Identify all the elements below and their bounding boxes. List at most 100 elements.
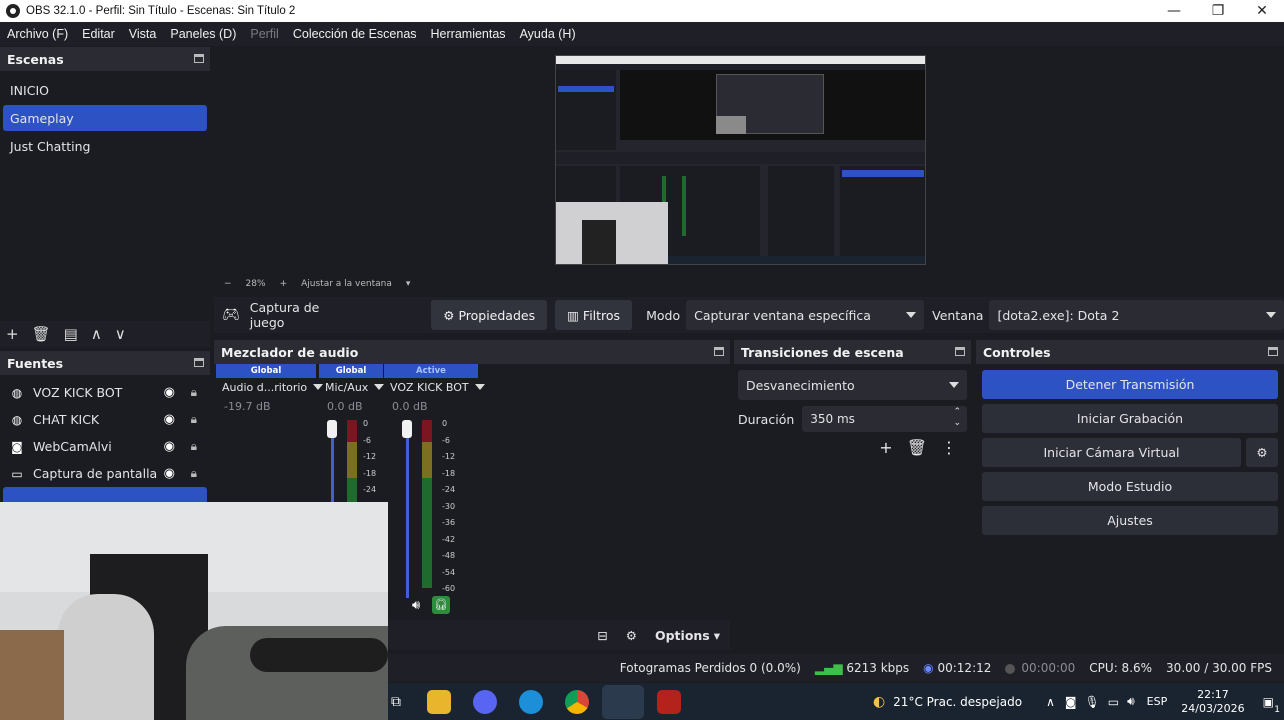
input-language[interactable]: ESP	[1147, 695, 1168, 708]
fit-to-window-dropdown[interactable]: Ajustar a la ventana	[301, 279, 392, 289]
options-button[interactable]: Options ▾	[655, 628, 720, 643]
dota2-icon[interactable]	[657, 690, 681, 714]
speaker-icon[interactable]: 🔊︎	[412, 598, 420, 613]
channel-name-dropdown[interactable]: VOZ KICK BOT	[384, 378, 485, 396]
transition-menu-button[interactable]: ⋮	[941, 438, 957, 457]
camera-tray-icon[interactable]: ◙	[1065, 695, 1077, 709]
lock-icon[interactable]: 🔒︎	[191, 385, 197, 400]
obs-taskbar-icon[interactable]	[602, 685, 644, 719]
advanced-audio-icon[interactable]: ⚙	[626, 628, 637, 643]
stream-icon: ◉	[923, 661, 934, 675]
source-item[interactable]: ◙ WebCamAlvi ◉ 🔒︎	[3, 433, 207, 460]
undock-icon[interactable]	[955, 347, 965, 356]
menu-editar[interactable]: Editar	[82, 27, 115, 41]
properties-button[interactable]: ⚙ Propiedades	[431, 300, 548, 330]
weather-icon[interactable]: ◐	[873, 694, 885, 710]
notifications-icon[interactable]: ▣ 1	[1263, 695, 1280, 715]
record-time-status: 00:00:00	[1005, 661, 1075, 675]
stop-streaming-button[interactable]: Detener Transmisión	[982, 370, 1278, 399]
obs-logo-icon	[6, 4, 20, 18]
maximize-button[interactable]: ❐	[1196, 0, 1240, 22]
scene-item-just-chatting[interactable]: Just Chatting	[3, 133, 207, 159]
visibility-eye-icon[interactable]: ◉	[164, 412, 175, 427]
layout-toggle-icon[interactable]: ⊟	[597, 628, 607, 643]
chrome-icon[interactable]	[565, 690, 589, 714]
menu-paneles[interactable]: Paneles (D)	[170, 27, 236, 41]
mode-select[interactable]: Capturar ventana específica	[686, 300, 925, 330]
window-select[interactable]: [dota2.exe]: Dota 2	[989, 300, 1284, 330]
source-item[interactable]: ▭ Captura de pantalla ◉ 🔒︎	[3, 460, 207, 487]
lock-icon[interactable]: 🔒︎	[191, 466, 197, 481]
channel-name-dropdown[interactable]: Audio d...ritorio	[216, 378, 324, 396]
menu-herramientas[interactable]: Herramientas	[431, 27, 506, 41]
gear-icon: ⚙	[1256, 445, 1268, 460]
undock-icon[interactable]	[1268, 347, 1278, 356]
undock-icon[interactable]	[194, 358, 204, 367]
scene-filters-button[interactable]: ▤	[64, 325, 78, 343]
minimize-button[interactable]: —	[1152, 0, 1196, 22]
tray-overflow-icon[interactable]: ∧	[1046, 695, 1055, 709]
transition-select[interactable]: Desvanecimiento	[738, 370, 967, 400]
window-controls: — ❐ ✕	[1152, 0, 1284, 22]
menu-perfil[interactable]: Perfil	[250, 27, 278, 41]
virtual-camera-settings-button[interactable]: ⚙	[1246, 438, 1278, 467]
clock-time: 22:17	[1197, 687, 1229, 701]
volume-fader-track[interactable]	[406, 428, 409, 598]
remove-scene-button[interactable]: 🗑	[32, 325, 51, 343]
start-recording-button[interactable]: Iniciar Grabación	[982, 404, 1278, 433]
properties-label: Propiedades	[458, 307, 536, 323]
preview-canvas[interactable]	[214, 47, 1284, 275]
edge-icon[interactable]	[519, 690, 543, 714]
chevron-down-icon[interactable]: ▾	[406, 279, 411, 289]
source-item[interactable]: ◍ CHAT KICK ◉ 🔒︎	[3, 406, 207, 433]
menu-vista[interactable]: Vista	[129, 27, 157, 41]
file-explorer-icon[interactable]	[427, 690, 451, 714]
channel-name-dropdown[interactable]: Mic/Aux	[319, 378, 385, 396]
microphone-icon[interactable]: 🎙︎	[1085, 695, 1100, 709]
discord-icon[interactable]	[473, 690, 497, 714]
menu-archivo[interactable]: Archivo (F)	[7, 27, 68, 41]
zoom-level: 28%	[245, 279, 266, 289]
move-scene-down-button[interactable]: ∨	[115, 325, 126, 343]
browser-icon: ◍	[11, 385, 23, 400]
weather-text[interactable]: 21°C Prac. despejado	[893, 695, 1022, 709]
add-scene-button[interactable]: +	[6, 325, 19, 343]
add-transition-button[interactable]: +	[879, 438, 892, 457]
zoom-in-button[interactable]: +	[280, 279, 288, 289]
close-button[interactable]: ✕	[1240, 0, 1284, 22]
zoom-out-button[interactable]: −	[224, 279, 232, 289]
visibility-eye-icon[interactable]: ◉	[164, 439, 175, 454]
move-scene-up-button[interactable]: ∧	[91, 325, 102, 343]
undock-icon[interactable]	[194, 54, 204, 63]
source-toolbar: 🎮︎ Captura de juego ⚙ Propiedades ▥ Filt…	[214, 297, 1284, 333]
remove-transition-button[interactable]: 🗑	[907, 438, 927, 457]
scene-item-inicio[interactable]: INICIO	[3, 77, 207, 103]
undock-icon[interactable]	[714, 347, 724, 356]
volume-icon[interactable]: 🔊︎	[1127, 694, 1135, 709]
visibility-eye-icon[interactable]: ◉	[164, 385, 175, 400]
mixer-channel: Active VOZ KICK BOT 0.0 dB 0 -6 -12 -18 -24-…	[384, 364, 485, 620]
spin-arrows-icon[interactable]: ⌃ ⌄	[953, 407, 961, 429]
source-label: WebCamAlvi	[33, 439, 112, 454]
scene-item-gameplay[interactable]: Gameplay	[3, 105, 207, 131]
volume-fader-handle[interactable]	[402, 420, 412, 438]
settings-button[interactable]: Ajustes	[982, 506, 1278, 535]
headphones-icon[interactable]: 🎧︎	[432, 596, 450, 614]
scene-transitions-dock: Transiciones de escena Desvanecimiento D…	[734, 340, 971, 650]
network-icon[interactable]: ▭	[1108, 695, 1119, 709]
duration-spinbox[interactable]: 350 ms ⌃ ⌄	[802, 406, 967, 432]
clock[interactable]: 22:17 24/03/2026	[1181, 688, 1244, 716]
volume-fader-handle[interactable]	[327, 420, 337, 438]
start-virtual-camera-button[interactable]: Iniciar Cámara Virtual	[982, 438, 1241, 467]
filters-button[interactable]: ▥ Filtros	[555, 300, 633, 330]
visibility-eye-icon[interactable]: ◉	[164, 466, 175, 481]
lock-icon[interactable]: 🔒︎	[191, 412, 197, 427]
menu-coleccion-escenas[interactable]: Colección de Escenas	[293, 27, 417, 41]
menu-ayuda[interactable]: Ayuda (H)	[520, 27, 576, 41]
transitions-title: Transiciones de escena	[741, 344, 904, 360]
lock-icon[interactable]: 🔒︎	[191, 439, 197, 454]
studio-mode-button[interactable]: Modo Estudio	[982, 472, 1278, 501]
scenes-toolbar: + 🗑 ▤ ∧ ∨	[0, 321, 210, 347]
title-bar: OBS 32.1.0 - Perfil: Sin Título - Escena…	[0, 0, 1284, 22]
source-item[interactable]: ◍ VOZ KICK BOT ◉ 🔒︎	[3, 379, 207, 406]
